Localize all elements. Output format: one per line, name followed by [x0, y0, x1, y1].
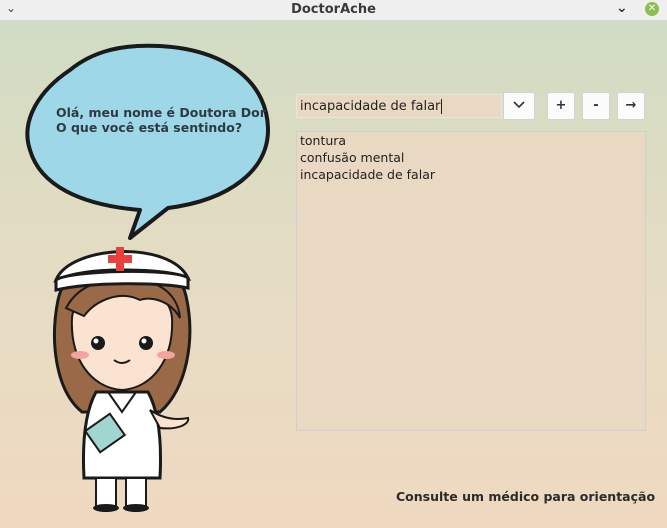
nurse-avatar	[53, 247, 192, 512]
symptoms-list[interactable]: tontura confusão mental incapacidade de …	[296, 131, 646, 431]
submit-button[interactable]: →	[617, 92, 645, 120]
greeting-line-1: Olá, meu nome é Doutora Dor	[56, 105, 266, 120]
speech-bubble	[25, 43, 270, 240]
assistant-greeting: Olá, meu nome é Doutora Dor O que você e…	[56, 105, 266, 135]
dropdown-button[interactable]	[503, 92, 535, 120]
list-item[interactable]: incapacidade de falar	[297, 166, 645, 183]
symptom-combobox[interactable]: incapacidade de falar	[296, 94, 502, 118]
symptom-input-value[interactable]: incapacidade de falar	[300, 99, 443, 114]
app-window: ⌄ DoctorAche ⌄ ✕ Olá, meu nome é Doutora…	[0, 0, 667, 528]
list-item[interactable]: tontura	[297, 132, 645, 149]
greeting-line-2: O que você está sentindo?	[56, 120, 243, 135]
advice-text: Consulte um médico para orientação	[396, 489, 656, 504]
remove-symptom-button[interactable]: -	[582, 92, 610, 120]
chevron-down-icon	[513, 101, 525, 109]
list-item[interactable]: confusão mental	[297, 149, 645, 166]
add-symptom-button[interactable]: +	[547, 92, 575, 120]
